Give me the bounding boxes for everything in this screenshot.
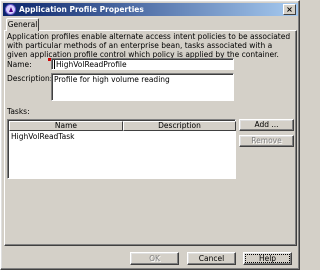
description-label: Description: [7,74,53,83]
app-profile-icon [5,4,16,15]
tasks-table[interactable]: Name Description HighVolReadTask [7,119,236,179]
help-button[interactable]: Help [243,252,292,265]
title-bar[interactable]: Application Profile Properties × [3,3,298,16]
ok-button[interactable]: OK [130,252,179,265]
remove-task-button[interactable]: Remove [239,135,294,147]
column-header-name[interactable]: Name [9,121,123,131]
tasks-label: Tasks: [7,107,30,116]
close-icon[interactable]: × [283,4,296,15]
tab-general[interactable]: General [6,18,39,31]
cancel-button[interactable]: Cancel [187,252,236,265]
name-field[interactable]: HighVolReadProfile [51,58,234,70]
intro-description: Application profiles enable alternate ac… [7,32,291,59]
name-field-value: HighVolReadProfile [56,60,127,69]
table-row-name[interactable]: HighVolReadTask [11,132,75,141]
name-label: Name: [7,60,32,69]
dialog-window: Application Profile Properties × General… [0,0,300,270]
description-field[interactable]: Profile for high volume reading [51,73,234,101]
window-title: Application Profile Properties [19,5,144,14]
tasks-table-header: Name Description [9,121,236,131]
text-caret [54,60,55,69]
add-task-button[interactable]: Add ... [239,119,294,131]
column-header-description[interactable]: Description [123,121,236,131]
